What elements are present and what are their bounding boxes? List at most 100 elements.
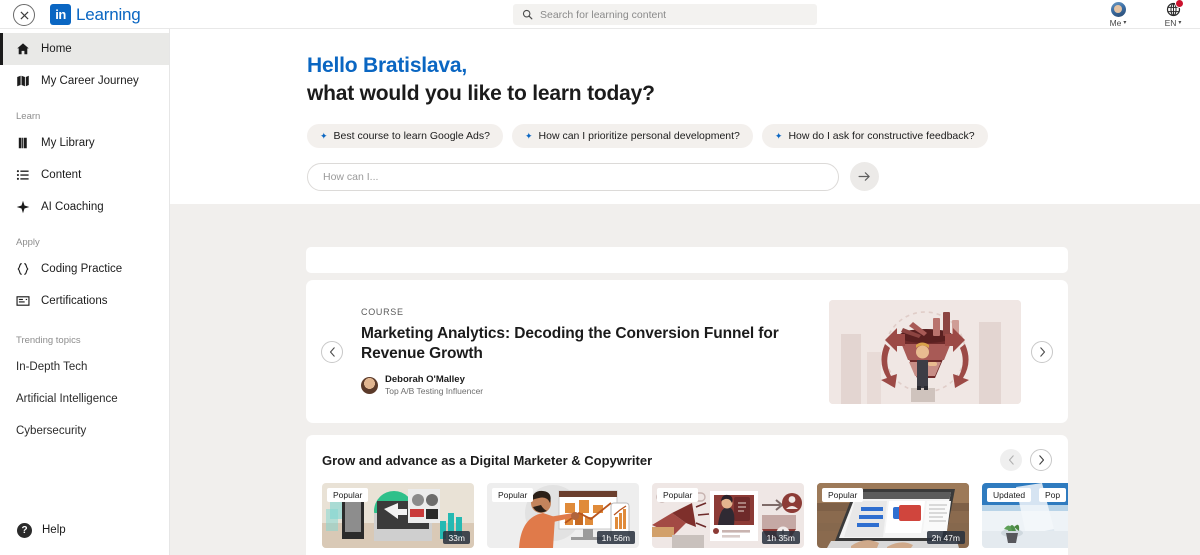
- featured-course-kicker: COURSE: [361, 306, 404, 317]
- chevron-right-icon: [1039, 346, 1045, 357]
- suggestion-chip[interactable]: ✦ Best course to learn Google Ads?: [307, 124, 503, 148]
- author-name: Deborah O'Malley: [385, 374, 465, 386]
- sidebar-item-cybersecurity-label: Cybersecurity: [16, 425, 87, 437]
- course-tile[interactable]: Popular 1h 56m COURSE: [487, 483, 639, 555]
- sidebar-item-certifications-label: Certifications: [41, 295, 108, 307]
- course-tile[interactable]: Popular 2h 47m COURSE: [817, 483, 969, 555]
- sidebar-item-content-label: Content: [41, 169, 82, 181]
- sidebar-item-artificial-intelligence-label: Artificial Intelligence: [16, 393, 118, 405]
- sidebar-item-my-library-label: My Library: [41, 137, 95, 149]
- ask-input[interactable]: [307, 162, 839, 191]
- suggestion-chips: ✦ Best course to learn Google Ads? ✦ How…: [307, 124, 1200, 148]
- chevron-left-icon: [329, 346, 335, 357]
- search-input[interactable]: Search for learning content: [513, 4, 817, 25]
- suggestion-chip[interactable]: ✦ How can I prioritize personal developm…: [511, 124, 753, 148]
- greeting-name: Hello Bratislava,: [307, 54, 468, 77]
- course-badge: Popular: [822, 488, 864, 502]
- sidebar-item-ai-coaching-label: AI Coaching: [41, 201, 104, 213]
- featured-course-title: Marketing Analytics: Decoding the Conver…: [361, 324, 779, 362]
- ask-row: [307, 162, 1200, 191]
- course-badge: Popular: [327, 488, 369, 502]
- book-icon: [16, 136, 30, 150]
- braces-icon: [16, 262, 30, 276]
- sidebar-item-artificial-intelligence[interactable]: Artificial Intelligence: [0, 383, 169, 415]
- course-duration: 2h 47m: [926, 531, 965, 544]
- carousel-section: Grow and advance as a Digital Marketer &…: [306, 435, 1068, 555]
- course-tile[interactable]: Updated Pop COURSE: [982, 483, 1068, 555]
- greeting-question: what would you like to learn today?: [307, 82, 655, 105]
- chevron-down-icon: ▾: [1123, 19, 1127, 26]
- sparkle-icon: [16, 200, 30, 214]
- sidebar-item-certifications[interactable]: Certifications: [0, 285, 169, 317]
- sidebar-item-cybersecurity[interactable]: Cybersecurity: [0, 415, 169, 447]
- sidebar-section-learn: Learn: [16, 111, 41, 122]
- suggestion-chip-label: How can I prioritize personal developmen…: [538, 130, 740, 142]
- course-badge: Updated: [987, 488, 1032, 502]
- avatar: [361, 376, 378, 394]
- close-glyph: [19, 10, 29, 20]
- help-icon: ?: [17, 522, 32, 538]
- sidebar-item-coding-practice-label: Coding Practice: [41, 263, 123, 275]
- map-icon: [16, 74, 30, 88]
- sidebar-item-help-label: Help: [42, 524, 66, 536]
- close-icon[interactable]: [13, 4, 35, 26]
- course-badge: Popular: [492, 488, 534, 502]
- sidebar-section-trending: Trending topics: [16, 335, 81, 346]
- sidebar-item-home[interactable]: Home: [0, 33, 169, 65]
- brand-logo[interactable]: in Learning: [50, 4, 141, 25]
- chevron-down-icon: ▾: [1178, 19, 1182, 26]
- sidebar-item-home-label: Home: [41, 43, 72, 55]
- featured-course-card[interactable]: COURSE Marketing Analytics: Decoding the…: [306, 280, 1068, 423]
- ask-submit-button[interactable]: [850, 162, 879, 191]
- carousel-prev-button[interactable]: [1000, 449, 1022, 471]
- language-menu[interactable]: EN ▾: [1154, 0, 1192, 28]
- course-thumbnail: Updated Pop: [982, 483, 1068, 548]
- sidebar-section-apply: Apply: [16, 237, 40, 248]
- avatar: [1110, 1, 1126, 17]
- featured-course-author: Deborah O'Malley Top A/B Testing Influen…: [361, 374, 815, 396]
- sidebar-item-my-career-journey[interactable]: My Career Journey: [0, 65, 169, 97]
- carousel-tiles: Popular 33m COURSE: [306, 471, 1068, 555]
- hero-section: Hello Bratislava, what would you like to…: [170, 29, 1200, 204]
- carousel-next-button[interactable]: [1030, 449, 1052, 471]
- sidebar-item-my-career-journey-label: My Career Journey: [41, 75, 139, 87]
- sparkle-icon: ✦: [774, 130, 783, 141]
- search-placeholder: Search for learning content: [540, 8, 667, 21]
- linkedin-icon: in: [50, 4, 71, 25]
- course-thumbnail: Popular 1h 56m: [487, 483, 639, 548]
- list-icon: [16, 168, 30, 182]
- sidebar-item-ai-coaching[interactable]: AI Coaching: [0, 191, 169, 223]
- featured-course-thumbnail: [829, 299, 1021, 404]
- sparkle-icon: ✦: [320, 130, 328, 141]
- me-menu[interactable]: Me ▾: [1099, 1, 1137, 28]
- certificate-icon: [16, 294, 30, 308]
- sidebar-item-in-depth-tech-label: In-Depth Tech: [16, 361, 88, 373]
- carousel-nav: [1000, 449, 1052, 471]
- sidebar-item-my-library[interactable]: My Library: [0, 127, 169, 159]
- sidebar-item-content[interactable]: Content: [0, 159, 169, 191]
- sidebar-item-coding-practice[interactable]: Coding Practice: [0, 253, 169, 285]
- carousel-header: Grow and advance as a Digital Marketer &…: [306, 435, 1068, 471]
- featured-prev-button[interactable]: [321, 340, 343, 363]
- sparkle-icon: ✦: [524, 130, 533, 141]
- avatar-icon: [1110, 1, 1126, 17]
- course-thumbnail: Popular 1h 35m: [652, 483, 804, 548]
- me-label: Me: [1109, 17, 1122, 28]
- course-duration: 1h 35m: [761, 531, 800, 544]
- language-icon-wrap: [1166, 0, 1184, 17]
- suggestion-chip-label: Best course to learn Google Ads?: [333, 130, 490, 142]
- top-bar: in Learning Search for learning content …: [0, 0, 1200, 29]
- course-badge: Popular: [657, 488, 699, 502]
- suggestion-chip-label: How do I ask for constructive feedback?: [788, 130, 975, 142]
- chevron-left-icon: [1008, 455, 1014, 465]
- sidebar: Home My Career Journey Learn My Library: [0, 29, 170, 555]
- sidebar-item-in-depth-tech[interactable]: In-Depth Tech: [0, 351, 169, 383]
- course-tile[interactable]: Popular 33m COURSE: [322, 483, 474, 555]
- featured-course-body: COURSE Marketing Analytics: Decoding the…: [343, 306, 829, 396]
- course-duration: 1h 56m: [596, 531, 635, 544]
- top-right-actions: Me ▾ EN ▾: [1099, 0, 1192, 29]
- course-tile[interactable]: Popular 1h 35m COURSE: [652, 483, 804, 555]
- suggestion-chip[interactable]: ✦ How do I ask for constructive feedback…: [761, 124, 988, 148]
- sidebar-item-help[interactable]: ? Help: [0, 515, 66, 545]
- featured-next-button[interactable]: [1031, 340, 1053, 363]
